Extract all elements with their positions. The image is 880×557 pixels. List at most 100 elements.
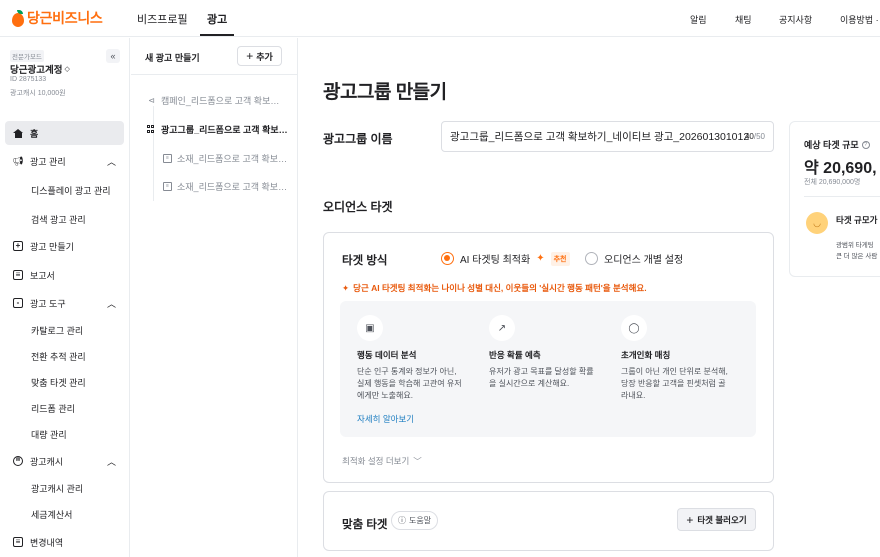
tree-item-adgroup[interactable]: 광고그룹_리드폼으로 고객 확보… [147, 123, 289, 136]
nav-chat[interactable]: 채팅 [735, 13, 752, 26]
logo[interactable]: 당근비즈니스 [12, 8, 103, 28]
sidebar-item-reports[interactable]: ≡ 보고서 [5, 263, 124, 287]
add-button[interactable]: + 추가 [237, 46, 282, 66]
sidebar-item-create-ad[interactable]: + 광고 만들기 [5, 234, 124, 258]
radio-unselected-icon [585, 252, 598, 265]
target-size-text: 타겟 규모가 [836, 215, 878, 225]
ad-structure-panel: 새 광고 만들기 + 추가 ⊲ 캠페인_리드폼으로 고객 확보… 광고그룹_리드… [131, 38, 298, 557]
tree-item-label: 캠페인_리드폼으로 고객 확보… [161, 96, 280, 106]
help-icon[interactable]: ? [861, 140, 870, 149]
tab-ads[interactable]: 광고 [207, 11, 227, 27]
load-target-label: 타겟 불러오기 [697, 514, 747, 525]
chevron-double-left-icon: « [110, 51, 116, 61]
sidebar-item-ad-cash[interactable]: W 광고캐시 ︿ [5, 449, 124, 473]
ai-notice-text: 당근 AI 타겟팅 최적화는 나이나 성별 대신, 이웃들의 '실시간 행동 패… [353, 283, 647, 293]
feature-desc: 그룹이 아닌 개인 단위로 분석해, 당장 반응할 고객을 핀셋처럼 골 라내요… [621, 366, 739, 402]
logo-text: 당근비즈니스 [27, 10, 103, 26]
feature-desc: 유저가 광고 목표를 달성할 확률 을 실시간으로 계산해요. [489, 366, 607, 390]
tree-item-label: 소재_리드폼으로 고객 확보… [177, 182, 288, 192]
briefcase-icon: - [13, 298, 23, 308]
main-content: 광고그룹 만들기 광고그룹 이름 광고그룹_리드폼으로 고객 확보하기_네이티브… [299, 38, 880, 557]
tree-item-campaign[interactable]: ⊲ 캠페인_리드폼으로 고객 확보… [147, 94, 289, 107]
plus-icon: + [246, 49, 254, 63]
sidebar-item-home[interactable]: 홈 [5, 121, 124, 145]
feature-title: 초개인화 매칭 [621, 350, 671, 360]
feature-prediction: ↗ 반응 확률 예측 유저가 광고 목표를 달성할 확률 을 실시간으로 계산해… [489, 315, 607, 390]
document-icon: ≡ [163, 182, 172, 191]
page-title: 광고그룹 만들기 [323, 82, 447, 103]
sidebar-sub-bulk[interactable]: 대량 관리 [31, 428, 67, 441]
target-size-desc: 광범위 타게팅 큰 더 많은 사람 [836, 240, 877, 262]
feature-desc-line: 유저가 광고 목표를 달성할 확률 [489, 367, 594, 376]
audience-section-title: 오디언스 타겟 [323, 200, 393, 214]
sidebar-sub-display-ads[interactable]: 디스플레이 광고 관리 [31, 184, 111, 197]
target-estimate-card: 예상 타겟 규모 ? 약 20,690, 전체 20,690,000명 ◡ 타겟… [789, 121, 880, 277]
more-options-label: 최적화 설정 더보기 [342, 456, 410, 466]
targeting-card: 타겟 방식 AI 타겟팅 최적화 ✦ 추천 오디언스 개별 설정 ✦ 당근 AI… [323, 232, 774, 483]
account-id: ID 2875133 [10, 76, 47, 83]
estimate-label-text: 예상 타겟 규모 [804, 140, 859, 150]
sidebar-item-label: 홈 [30, 128, 39, 139]
add-button-label: 추가 [256, 51, 273, 62]
history-icon: ≡ [13, 537, 23, 547]
chat-bubble-icon: ▣ [357, 315, 383, 341]
sidebar-item-label: 보고서 [30, 270, 55, 281]
load-target-button[interactable]: + 타겟 불러오기 [677, 508, 756, 531]
learn-more-link[interactable]: 자세히 알아보기 [357, 413, 414, 425]
ai-notice: ✦ 당근 AI 타겟팅 최적화는 나이나 성별 대신, 이웃들의 '실시간 행동… [342, 282, 647, 294]
adgroup-name-label: 광고그룹 이름 [323, 132, 393, 146]
sidebar-sub-leadform[interactable]: 리드폼 관리 [31, 402, 75, 415]
divider [131, 74, 298, 75]
sidebar-sub-search-ads[interactable]: 검색 광고 관리 [31, 213, 86, 226]
estimate-value: 약 20,690, [804, 160, 877, 177]
feature-title: 반응 확률 예측 [489, 350, 541, 360]
chevron-up-icon: ︿ [106, 298, 116, 309]
adgroup-name-value: 광고그룹_리드폼으로 고객 확보하기_네이티브 광고_202601301012 [450, 131, 750, 143]
tree-connector [153, 106, 154, 201]
radio-ai-targeting[interactable]: AI 타겟팅 최적화 ✦ 추천 [441, 251, 570, 266]
target-size-label: 타겟 규모가 [836, 214, 880, 226]
tab-bizprofile[interactable]: 비즈프로필 [137, 11, 188, 27]
adgroup-name-input[interactable]: 광고그룹_리드폼으로 고객 확보하기_네이티브 광고_202601301012 … [441, 121, 774, 152]
tree-item-creative-2[interactable]: ≡ 소재_리드폼으로 고객 확보… [163, 180, 289, 193]
sidebar-item-history[interactable]: ≡ 변경내역 [5, 530, 124, 554]
panel-title: 새 광고 만들기 [145, 53, 200, 63]
sparkle-icon: ✦ [342, 282, 350, 293]
sidebar-sub-catalog[interactable]: 카탈로그 관리 [31, 324, 83, 337]
radio-audience-manual[interactable]: 오디언스 개별 설정 [585, 251, 683, 266]
sidebar-item-label: 광고 도구 [30, 298, 66, 309]
nav-guide[interactable]: 이용방법 · [840, 13, 879, 26]
ai-feature-box: ▣ 행동 데이터 분석 단순 인구 통계와 정보가 아닌, 실제 행동을 학습해… [340, 301, 756, 437]
char-max: /50 [753, 132, 765, 141]
home-icon [13, 128, 23, 138]
sidebar-sub-cash-management[interactable]: 광고캐시 관리 [31, 482, 83, 495]
sidebar-item-ad-tools[interactable]: - 광고 도구 ︿ [5, 291, 124, 315]
radio-label: AI 타겟팅 최적화 [460, 255, 531, 266]
collapse-sidebar-button[interactable]: « [106, 49, 120, 63]
sidebar-sub-custom-target[interactable]: 맞춤 타겟 관리 [31, 376, 86, 389]
radio-label: 오디언스 개별 설정 [604, 255, 684, 266]
chevron-updown-icon: ◇ [64, 66, 70, 73]
target-size-desc-line: 광범위 타게팅 [836, 242, 874, 249]
help-button[interactable]: ⓘ 도움말 [391, 511, 439, 530]
plus-icon: + [686, 512, 694, 527]
sidebar-sub-conversion[interactable]: 전환 추적 관리 [31, 350, 86, 363]
feature-matching: ◯ 초개인화 매칭 그룹이 아닌 개인 단위로 분석해, 당장 반응할 고객을 … [621, 315, 739, 402]
feature-title: 행동 데이터 분석 [357, 350, 417, 360]
sidebar-sub-tax-invoice[interactable]: 세금계산서 [31, 508, 72, 521]
feature-desc: 단순 인구 통계와 정보가 아닌, 실제 행동을 학습해 고관여 유저 에게만 … [357, 366, 475, 402]
account-switcher[interactable]: 당근광고계정 ◇ [10, 62, 70, 76]
feature-desc-line: 당장 반응할 고객을 핀셋처럼 골 [621, 379, 726, 388]
nav-notices[interactable]: 공지사항 [779, 13, 812, 26]
nav-notifications[interactable]: 알림 [690, 13, 707, 26]
chevron-up-icon: ︿ [106, 456, 116, 467]
smile-face-icon: ◡ [806, 212, 828, 234]
grid-icon [147, 125, 156, 134]
account-name: 당근광고계정 [10, 65, 63, 76]
tree-item-creative-1[interactable]: ≡ 소재_리드폼으로 고객 확보… [163, 152, 289, 165]
more-optimization-settings[interactable]: 최적화 설정 더보기 ﹀ [342, 455, 422, 467]
chevron-down-icon: ﹀ [413, 456, 422, 466]
sidebar-item-ad-management[interactable]: 📢︎ 광고 관리 ︿ [5, 149, 124, 173]
tree-item-label: 소재_리드폼으로 고객 확보… [177, 154, 288, 164]
feature-desc-line: 라내요. [621, 391, 646, 400]
